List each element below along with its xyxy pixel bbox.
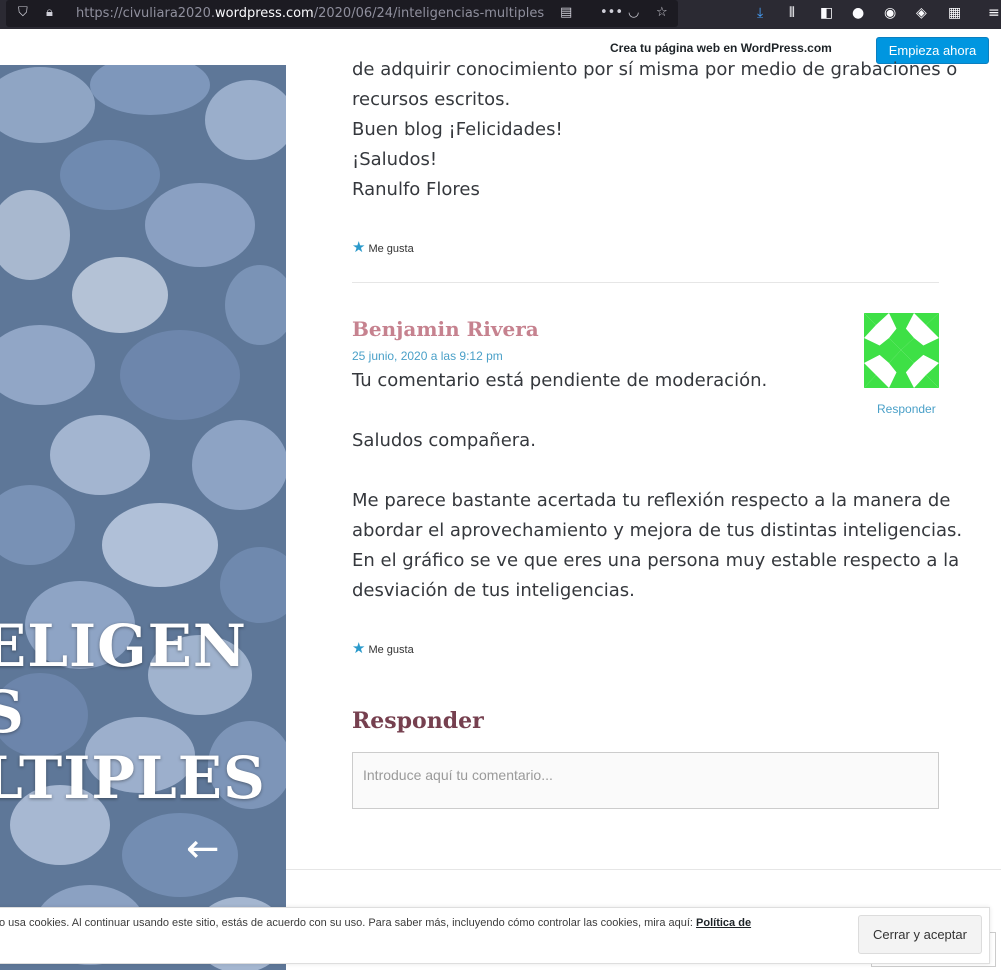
hero-image: ELIGEN S LTIPLES ← (0, 65, 286, 970)
post-title: ELIGEN S LTIPLES (0, 613, 266, 811)
pocket-icon[interactable]: ◡ (628, 5, 639, 20)
avatar[interactable] (864, 313, 939, 388)
wp-banner-text[interactable]: Crea tu página web en WordPress.com (610, 41, 832, 55)
moderation-notice: Tu comentario está pendiente de moderaci… (352, 370, 768, 391)
comment-text: Buen blog ¡Felicidades! (352, 119, 563, 140)
like-button[interactable]: ★ Me gusta (352, 639, 414, 657)
reader-view-icon[interactable]: ▤ (560, 5, 572, 20)
reply-link[interactable]: Responder (877, 402, 936, 416)
comments-section: de adquirir conocimiento por sí misma po… (286, 59, 1001, 970)
comment-text: de adquirir conocimiento por sí misma po… (352, 59, 958, 80)
post-title-line: S (0, 678, 25, 746)
comment-text: Saludos compañera. (352, 430, 536, 451)
post-title-line: LTIPLES (0, 744, 266, 812)
like-button[interactable]: ★ Me gusta (352, 238, 414, 256)
divider (286, 869, 1001, 870)
extension3-icon[interactable]: ▦ (948, 5, 961, 21)
extension-icon[interactable]: ◉ (884, 5, 896, 21)
close-accept-button[interactable]: Cerrar y aceptar (858, 915, 982, 954)
comment-text: Me parece bastante acertada tu reflexión… (352, 490, 951, 511)
reply-heading: Responder (352, 708, 484, 734)
comment-text: abordar el aprovechamiento y mejora de t… (352, 520, 963, 541)
comment-text: Ranulfo Flores (352, 179, 480, 200)
url-text[interactable]: https://civuliara2020.wordpress.com/2020… (76, 6, 556, 21)
sidebar-icon[interactable]: ◧ (820, 5, 833, 21)
cookie-text: o usa cookies. Al continuar usando este … (0, 917, 752, 929)
bookmark-star-icon[interactable]: ☆ (656, 5, 668, 20)
cookie-banner: o usa cookies. Al continuar usando este … (0, 907, 990, 964)
comment-text: En el gráfico se ve que eres una persona… (352, 550, 960, 571)
comment-text: recursos escritos. (352, 89, 511, 110)
comment-text: ¡Saludos! (352, 149, 438, 170)
address-bar[interactable]: ⛉ 🔒︎ https://civuliara2020.wordpress.com… (6, 0, 678, 27)
lock-icon[interactable]: 🔒︎ (46, 5, 53, 20)
star-icon: ★ (352, 640, 366, 657)
comment-date[interactable]: 25 junio, 2020 a las 9:12 pm (352, 349, 503, 363)
comment-input[interactable]: Introduce aquí tu comentario... (352, 752, 939, 809)
divider (352, 282, 939, 283)
comment-author[interactable]: Benjamin Rivera (352, 317, 539, 341)
more-actions-icon[interactable]: ••• (600, 5, 623, 20)
star-icon: ★ (352, 239, 366, 256)
library-icon[interactable]: ⫴ (789, 5, 795, 21)
downloads-icon[interactable]: ⤓ (757, 5, 763, 21)
shield-icon[interactable]: ⛉ (18, 5, 28, 20)
pebbles-background (0, 65, 286, 970)
comment-placeholder: Introduce aquí tu comentario... (363, 767, 553, 783)
post-title-line: ELIGEN (0, 612, 247, 680)
account-icon[interactable]: ● (852, 5, 864, 21)
cookie-policy-link[interactable]: Política de (696, 917, 751, 929)
extension2-icon[interactable]: ◈ (916, 5, 927, 21)
comment-text: desviación de tus inteligencias. (352, 580, 635, 601)
browser-toolbar: ⛉ 🔒︎ https://civuliara2020.wordpress.com… (0, 0, 1001, 29)
back-arrow-icon[interactable]: ← (186, 829, 220, 869)
menu-icon[interactable]: ≡ (988, 5, 1000, 21)
